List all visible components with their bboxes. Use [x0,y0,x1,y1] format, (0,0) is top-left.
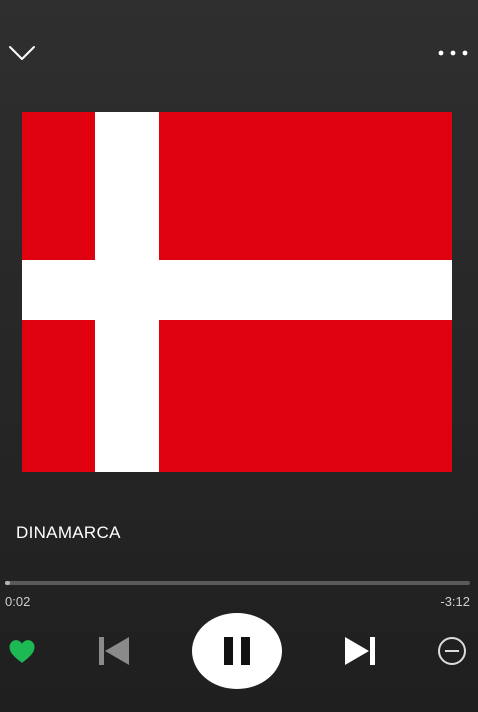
collapse-button[interactable] [4,36,40,70]
track-title[interactable]: DINAMARCA [16,523,121,543]
pause-icon [224,637,250,665]
minus-circle-icon [438,637,466,665]
pause-button[interactable] [192,613,282,689]
album-artwork [22,112,452,472]
chevron-down-icon [9,46,35,60]
progress-bar-fill [5,581,10,585]
hide-song-button[interactable] [434,634,470,668]
elapsed-time: 0:02 [5,594,31,609]
more-horizontal-icon [438,50,468,56]
previous-track-button[interactable] [94,632,134,670]
next-track-button[interactable] [340,632,380,670]
skip-next-icon [345,637,375,665]
remaining-time: -3:12 [440,594,470,609]
skip-previous-icon [99,637,129,665]
heart-icon [9,639,35,663]
more-options-button[interactable] [432,38,474,68]
progress-bar[interactable] [5,581,470,585]
like-button[interactable] [4,634,40,668]
flag-cross-horizontal [22,260,452,320]
